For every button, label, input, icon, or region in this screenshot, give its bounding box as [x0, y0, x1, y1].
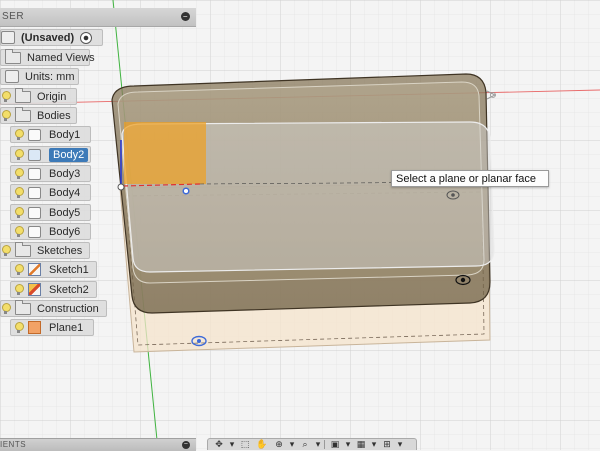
dropdown-icon[interactable]: ▾	[345, 440, 351, 450]
tree-item-label: Body4	[49, 186, 81, 199]
pan-icon[interactable]: ✋	[255, 440, 269, 450]
tree-item-label: Construction	[37, 302, 99, 315]
document-icon	[5, 70, 19, 83]
dropdown-icon[interactable]: ▾	[229, 440, 235, 450]
tree-item-label: Body5	[49, 206, 81, 219]
tree-item-plane1[interactable]: Plane1	[10, 319, 94, 336]
tree-item-sketch2[interactable]: Sketch2	[10, 281, 97, 298]
tree-item-sketches[interactable]: Sketches	[0, 241, 90, 259]
browser-panel-header[interactable]: SER −	[0, 8, 196, 27]
tree-item-body6[interactable]: Body6	[10, 223, 91, 240]
orbit-icon[interactable]: ✥	[212, 440, 226, 450]
lightbulb-icon[interactable]	[1, 110, 11, 121]
lightbulb-icon[interactable]	[14, 187, 24, 198]
body-icon	[28, 167, 41, 180]
tree-item-label: Units: mm	[25, 70, 75, 83]
navigation-toolbar: ✥ ▾ ⬚ ✋ ⊕ ▾ ⌕ ▾ ▣ ▾ ▦ ▾ ⊞ ▾	[207, 438, 417, 450]
lightbulb-icon[interactable]	[1, 245, 11, 256]
body-icon	[28, 225, 41, 238]
tree-item-named-views[interactable]: Named Views	[0, 48, 95, 66]
body-icon	[28, 186, 41, 199]
document-icon	[1, 31, 15, 44]
lightbulb-icon[interactable]	[1, 303, 11, 314]
tree-item-construction[interactable]: Construction	[0, 299, 107, 317]
tree-item-label: Sketches	[37, 244, 83, 257]
tree-item-body5[interactable]: Body5	[10, 204, 91, 221]
lightbulb-icon[interactable]	[14, 168, 24, 179]
lightbulb-icon[interactable]	[1, 91, 11, 102]
comments-title: IENTS	[0, 440, 27, 449]
lightbulb-icon[interactable]	[14, 149, 24, 160]
display-settings-icon[interactable]: ▣	[328, 440, 342, 450]
sketch-point[interactable]	[182, 187, 190, 195]
dropdown-icon[interactable]: ▾	[397, 440, 403, 450]
selection-tooltip: Select a plane or planar face	[391, 170, 549, 187]
tree-item-body2[interactable]: Body2	[10, 146, 91, 163]
selected-face-highlight	[124, 122, 206, 184]
body-icon	[28, 128, 41, 141]
tree-item-label: (Unsaved)	[21, 31, 75, 44]
sketch-icon	[28, 263, 41, 276]
tree-item-units[interactable]: Units: mm	[0, 68, 79, 85]
tree-item-label: Sketch2	[49, 283, 89, 296]
lightbulb-icon[interactable]	[14, 226, 24, 237]
sketch-warning-icon	[28, 283, 41, 296]
tree-item-label: Body6	[49, 225, 81, 238]
lightbulb-icon[interactable]	[14, 322, 24, 333]
toolbar-separator	[324, 440, 325, 449]
look-at-icon[interactable]: ⬚	[238, 440, 252, 450]
lightbulb-icon[interactable]	[14, 264, 24, 275]
viewports-icon[interactable]: ⊞	[380, 440, 394, 450]
collapse-icon[interactable]: −	[181, 12, 190, 21]
body-icon	[28, 206, 41, 219]
tree-item-body3[interactable]: Body3	[10, 165, 91, 182]
tree-item-label: Body3	[49, 167, 81, 180]
folder-icon	[15, 87, 31, 103]
tree-item-label: Named Views	[27, 51, 95, 64]
folder-icon	[15, 299, 31, 315]
active-radio-icon[interactable]	[80, 31, 93, 44]
tree-item-label: Body1	[49, 128, 81, 141]
lightbulb-icon[interactable]	[14, 284, 24, 295]
zoom-icon[interactable]: ⊕	[272, 440, 286, 450]
tree-item-label: Origin	[37, 90, 67, 103]
body-icon	[28, 148, 41, 161]
browser-title: SER	[2, 11, 25, 22]
tree-item-label: Plane1	[49, 321, 84, 334]
lightbulb-icon[interactable]	[14, 207, 24, 218]
tree-item-label: Body2	[49, 147, 89, 162]
lightbulb-icon[interactable]	[14, 129, 24, 140]
tree-item-body1[interactable]: Body1	[10, 126, 91, 143]
dropdown-icon[interactable]: ▾	[371, 440, 377, 450]
grid-icon[interactable]: ▦	[354, 440, 368, 450]
plane-icon	[28, 321, 41, 334]
tree-item-origin[interactable]: Origin	[0, 87, 77, 105]
folder-icon	[15, 106, 31, 122]
dropdown-icon[interactable]: ▾	[289, 440, 295, 450]
tree-item-unsaved[interactable]: (Unsaved)	[0, 29, 103, 46]
tree-item-body4[interactable]: Body4	[10, 184, 91, 201]
dropdown-icon[interactable]: ▾	[315, 440, 321, 450]
tree-item-label: Sketch1	[49, 263, 89, 276]
comments-panel-header[interactable]: IENTS −	[0, 438, 196, 451]
tree-item-sketch1[interactable]: Sketch1	[10, 261, 97, 278]
origin-point[interactable]	[117, 183, 125, 191]
tree-item-label: Bodies	[37, 109, 71, 122]
folder-icon	[5, 48, 21, 64]
tree-item-bodies[interactable]: Bodies	[0, 106, 77, 124]
fit-icon[interactable]: ⌕	[298, 440, 312, 450]
expand-icon[interactable]: −	[182, 441, 190, 449]
folder-icon	[15, 241, 31, 257]
